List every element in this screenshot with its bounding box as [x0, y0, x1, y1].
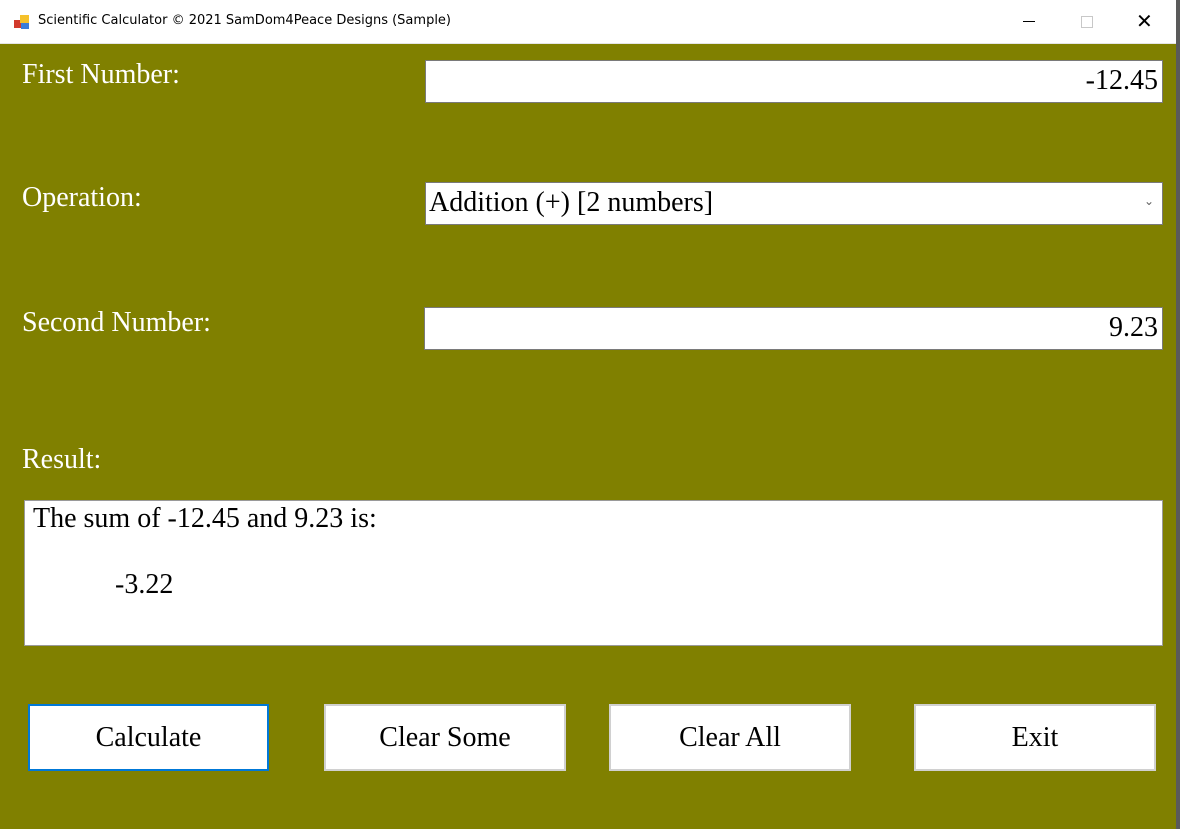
close-icon: ✕ [1136, 9, 1153, 33]
exit-button[interactable]: Exit [914, 704, 1156, 771]
result-textarea[interactable]: The sum of -12.45 and 9.23 is: -3.22 [24, 500, 1163, 646]
first-number-input[interactable]: -12.45 [425, 60, 1163, 103]
operation-selected-value: Addition (+) [2 numbers] [429, 187, 714, 218]
maximize-button[interactable] [1063, 0, 1109, 43]
calculator-form: First Number: -12.45 Operation: Addition… [0, 44, 1176, 829]
title-bar[interactable]: Scientific Calculator © 2021 SamDom4Peac… [0, 0, 1176, 44]
app-icon[interactable] [14, 14, 30, 30]
result-description: The sum of -12.45 and 9.23 is: [33, 503, 377, 534]
second-number-label: Second Number: [22, 307, 211, 338]
result-value: -3.22 [115, 569, 174, 600]
clear-some-button[interactable]: Clear Some [324, 704, 566, 771]
window-title: Scientific Calculator © 2021 SamDom4Peac… [38, 13, 451, 28]
result-label: Result: [22, 444, 102, 475]
close-button[interactable]: ✕ [1122, 0, 1168, 43]
maximize-icon [1081, 16, 1093, 28]
minimize-icon [1023, 21, 1035, 22]
second-number-input[interactable]: 9.23 [424, 307, 1163, 350]
first-number-label: First Number: [22, 59, 180, 90]
operation-dropdown[interactable]: Addition (+) [2 numbers] ⌄ [425, 182, 1163, 225]
operation-label: Operation: [22, 182, 142, 213]
window-border [1176, 0, 1180, 829]
clear-all-button[interactable]: Clear All [609, 704, 851, 771]
minimize-button[interactable] [1005, 0, 1051, 43]
calculate-button[interactable]: Calculate [28, 704, 269, 771]
chevron-down-icon[interactable]: ⌄ [1144, 194, 1154, 208]
